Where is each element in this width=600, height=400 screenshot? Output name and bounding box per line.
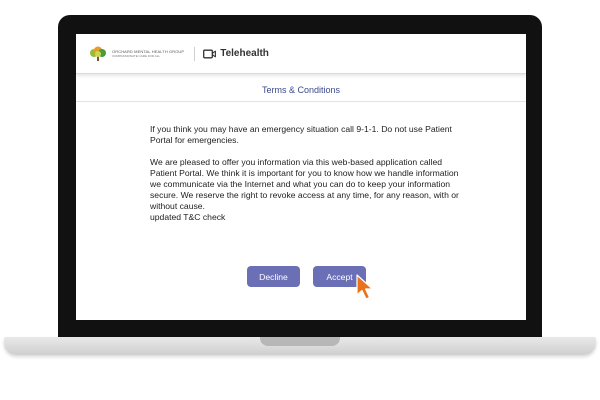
app-title: Telehealth [220,48,269,59]
header-divider [194,46,196,61]
decline-button[interactable]: Decline [247,266,300,287]
terms-update-note: updated T&C check [150,212,226,222]
terms-heading: Terms & Conditions [261,84,341,95]
terms-content: If you think you may have an emergency s… [150,124,470,223]
terms-paragraph-portal: We are pleased to offer you information … [150,157,459,211]
logo-tagline: COMPASSIONATE CARE FOR ALL [112,54,161,58]
terms-tab-bar: Terms & Conditions [76,78,526,102]
video-camera-icon [203,49,217,58]
telehealth-title: Telehealth [203,48,269,59]
tree-logo-icon [90,46,106,61]
brand-logo[interactable]: ORCHARD MENTAL HEALTH GROUP COMPASSIONAT… [88,46,184,62]
app-screen: ORCHARD MENTAL HEALTH GROUP COMPASSIONAT… [76,34,526,320]
app-header: ORCHARD MENTAL HEALTH GROUP COMPASSIONAT… [76,34,526,74]
logo-text: ORCHARD MENTAL HEALTH GROUP COMPASSIONAT… [112,49,184,58]
terms-paragraph-emergency: If you think you may have an emergency s… [150,124,452,145]
pointer-cursor-icon [356,274,374,300]
laptop-notch [260,337,340,346]
